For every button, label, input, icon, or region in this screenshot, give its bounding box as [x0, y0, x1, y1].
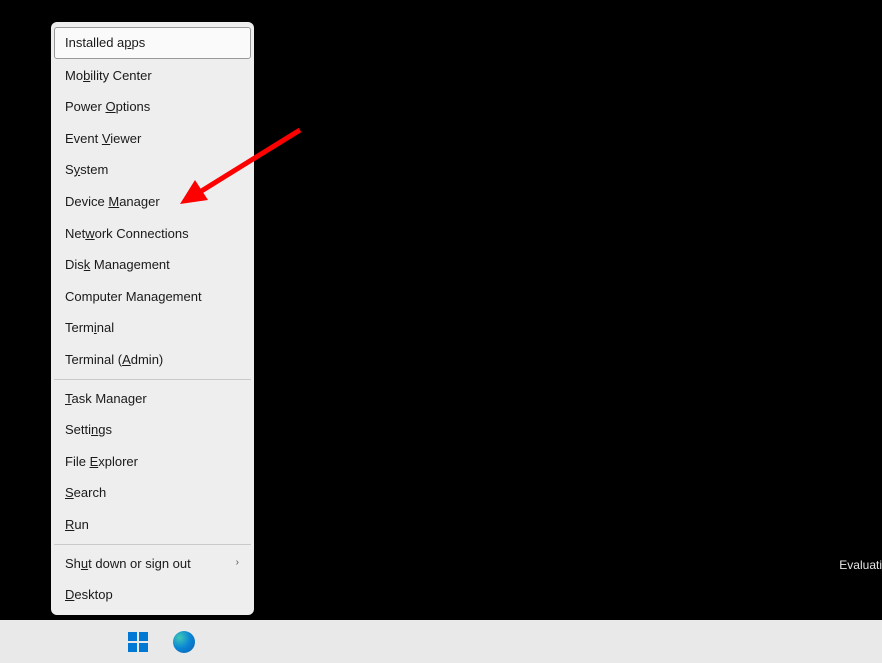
menu-divider [54, 544, 251, 545]
menu-item-disk-management[interactable]: Disk Management [54, 249, 251, 281]
menu-item-label: Shut down or sign out [65, 556, 191, 572]
menu-item-label: System [65, 162, 108, 178]
menu-item-run[interactable]: Run [54, 509, 251, 541]
menu-item-settings[interactable]: Settings [54, 414, 251, 446]
menu-item-label: Installed apps [65, 35, 145, 51]
menu-item-power-options[interactable]: Power Options [54, 91, 251, 123]
menu-divider [54, 379, 251, 380]
menu-item-search[interactable]: Search [54, 477, 251, 509]
menu-item-label: Desktop [65, 587, 113, 603]
menu-item-mobility-center[interactable]: Mobility Center [54, 60, 251, 92]
menu-item-system[interactable]: System [54, 154, 251, 186]
menu-item-device-manager[interactable]: Device Manager [54, 186, 251, 218]
menu-item-label: Computer Management [65, 289, 202, 305]
desktop: Installed apps Mobility Center Power Optio… [0, 0, 882, 620]
menu-item-task-manager[interactable]: Task Manager [54, 383, 251, 415]
menu-item-label: Terminal [65, 320, 114, 336]
menu-item-label: Settings [65, 422, 112, 438]
menu-item-label: File Explorer [65, 454, 138, 470]
windows-logo-icon [128, 632, 148, 652]
menu-item-file-explorer[interactable]: File Explorer [54, 446, 251, 478]
menu-item-terminal-admin[interactable]: Terminal (Admin) [54, 344, 251, 376]
menu-item-shutdown[interactable]: Shut down or sign out › [54, 548, 251, 580]
menu-item-label: Event Viewer [65, 131, 141, 147]
menu-item-computer-management[interactable]: Computer Management [54, 281, 251, 313]
menu-item-label: Terminal (Admin) [65, 352, 163, 368]
menu-item-label: Task Manager [65, 391, 147, 407]
menu-item-network-connections[interactable]: Network Connections [54, 218, 251, 250]
winx-context-menu[interactable]: Installed apps Mobility Center Power Optio… [51, 22, 254, 615]
menu-item-label: Run [65, 517, 89, 533]
menu-item-label: Disk Management [65, 257, 170, 273]
menu-item-label: Device Manager [65, 194, 160, 210]
menu-item-label: Network Connections [65, 226, 189, 242]
chevron-right-icon: › [236, 557, 239, 569]
menu-item-installed-apps[interactable]: Installed apps [54, 27, 251, 59]
watermark-text: Evaluati [839, 558, 882, 572]
menu-item-label: Search [65, 485, 106, 501]
menu-item-event-viewer[interactable]: Event Viewer [54, 123, 251, 155]
edge-icon [173, 631, 195, 653]
menu-item-label: Power Options [65, 99, 150, 115]
menu-item-desktop[interactable]: Desktop [54, 579, 251, 611]
taskbar[interactable] [0, 620, 882, 663]
edge-button[interactable] [170, 628, 198, 656]
menu-item-label: Mobility Center [65, 68, 152, 84]
start-button[interactable] [124, 628, 152, 656]
menu-item-terminal[interactable]: Terminal [54, 312, 251, 344]
